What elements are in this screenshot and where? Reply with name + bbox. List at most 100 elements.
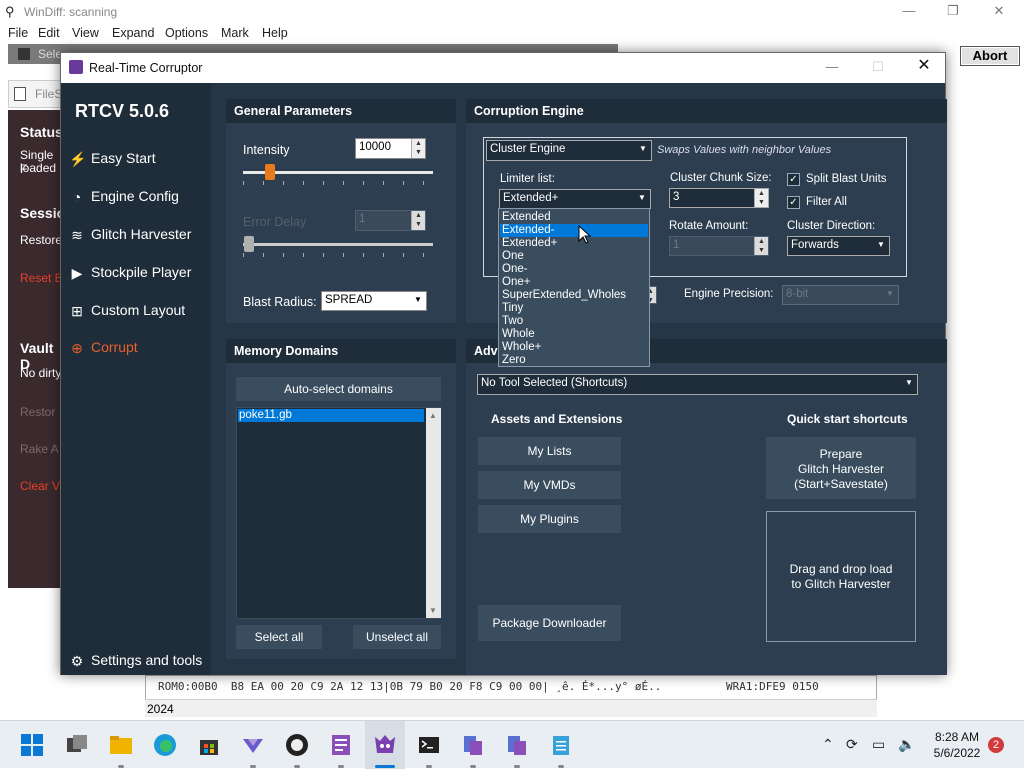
close-icon[interactable]: ✕ [901, 57, 947, 77]
limiter-option[interactable]: Two [500, 315, 648, 328]
notepad-icon[interactable] [549, 733, 573, 757]
spinner-arrows-icon[interactable]: ▲ ▼ [411, 139, 425, 158]
taskbar: ⌃ ⟳ ▭ 🔈 8:28 AM 5/6/2022 2 [0, 720, 1024, 769]
app-icon[interactable] [505, 733, 529, 757]
limiter-option[interactable]: Extended+ [500, 237, 648, 250]
notes-app-icon[interactable] [329, 733, 353, 757]
terminal-icon[interactable] [417, 733, 441, 757]
task-view-icon[interactable] [65, 733, 89, 757]
my-vmds-button[interactable]: My VMDs [478, 471, 621, 499]
close-icon[interactable]: ✕ [976, 2, 1022, 22]
auto-select-domains-button[interactable]: Auto-select domains [236, 377, 441, 401]
edge-browser-icon[interactable] [153, 733, 177, 757]
engine-precision-select[interactable]: 8-bit ▼ [782, 285, 899, 305]
engine-precision-label: Engine Precision: [684, 288, 774, 300]
intensity-slider-thumb[interactable] [265, 164, 275, 180]
tool-select[interactable]: No Tool Selected (Shortcuts) ▼ [477, 374, 918, 395]
package-downloader-button[interactable]: Package Downloader [478, 605, 621, 641]
general-parameters-panel: General Parameters Intensity 10000 ▲ ▼ Er… [226, 99, 456, 323]
engine-description: Swaps Values with neighbor Values [657, 144, 832, 156]
limiter-option[interactable]: Whole+ [500, 341, 648, 354]
minimize-icon[interactable]: — [809, 58, 855, 78]
app-triangle-icon[interactable] [241, 733, 265, 757]
cluster-chunk-spinner[interactable]: 3 ▲ ▼ [669, 188, 769, 208]
select-all-button[interactable]: Select all [236, 625, 322, 649]
engine-select[interactable]: Cluster Engine ▼ [486, 140, 652, 161]
domains-list[interactable]: poke11.gb ▲ ▼ [236, 407, 441, 619]
my-lists-button[interactable]: My Lists [478, 437, 621, 465]
split-blast-checkbox[interactable]: ✓ [787, 173, 800, 186]
menu-expand[interactable]: Expand [112, 26, 154, 40]
limiter-option[interactable]: Whole [500, 328, 648, 341]
spinner-arrows-icon[interactable]: ▲ ▼ [754, 237, 768, 255]
filter-all-checkbox[interactable]: ✓ [787, 196, 800, 209]
spinner-arrows-icon[interactable]: ▲ ▼ [411, 211, 425, 230]
error-delay-slider-track[interactable] [243, 243, 433, 246]
abort-button[interactable]: Abort [960, 46, 1020, 66]
menu-file[interactable]: File [8, 26, 28, 40]
crosshair-icon: ⊕ [71, 340, 83, 356]
drop-zone[interactable]: Drag and drop load to Glitch Harvester [766, 511, 916, 642]
limiter-option[interactable]: Zero [500, 354, 648, 367]
menu-options[interactable]: Options [165, 26, 208, 40]
chevron-down-icon: ▼ [635, 191, 649, 207]
maximize-icon[interactable]: ☐ [855, 58, 901, 78]
domains-scrollbar[interactable]: ▲ ▼ [426, 408, 441, 618]
advanced-panel: Adva No Tool Selected (Shortcuts) ▼ Asse… [466, 339, 947, 675]
limiter-option[interactable]: Extended [500, 211, 648, 224]
error-delay-slider-thumb[interactable] [244, 236, 254, 252]
intensity-spinner[interactable]: 10000 ▲ ▼ [355, 138, 426, 159]
rotate-amount-spinner[interactable]: 1 ▲ ▼ [669, 236, 769, 256]
my-plugins-button[interactable]: My Plugins [478, 505, 621, 533]
windiff-titlebar: ⚲ WinDiff: scanning — ❐ ✕ [0, 0, 1024, 24]
speaker-icon[interactable]: 🔈 [898, 736, 915, 753]
cluster-direction-select[interactable]: Forwards ▼ [787, 236, 890, 256]
gamepad-icon[interactable] [285, 733, 309, 757]
sync-icon[interactable]: ⟳ [846, 736, 858, 753]
panel-header: Corruption Engine [466, 99, 947, 123]
prepare-glitch-harvester-button[interactable]: Prepare Glitch Harvester (Start+Savestat… [766, 437, 916, 499]
restore-icon[interactable]: ❐ [930, 2, 976, 22]
unselect-all-button[interactable]: Unselect all [353, 625, 441, 649]
minimize-icon[interactable]: — [886, 2, 932, 22]
menu-mark[interactable]: Mark [221, 26, 249, 40]
limiter-select[interactable]: Extended+ ▼ [499, 189, 651, 209]
menu-edit[interactable]: Edit [38, 26, 60, 40]
filter-all-label: Filter All [806, 196, 847, 208]
limiter-option[interactable]: Extended- [500, 224, 648, 237]
windows-start-icon[interactable] [20, 733, 44, 757]
intensity-label: Intensity [243, 143, 290, 157]
rtcv-main: General Parameters Intensity 10000 ▲ ▼ Er… [211, 83, 947, 675]
limiter-option[interactable]: One [500, 250, 648, 263]
rtcv-taskbar-icon[interactable] [373, 733, 397, 757]
rotate-amount-label: Rotate Amount: [669, 220, 749, 232]
clock[interactable]: 8:28 AM 5/6/2022 [926, 729, 988, 761]
limiter-option[interactable]: One- [500, 263, 648, 276]
menu-view[interactable]: View [72, 26, 99, 40]
notification-badge[interactable]: 2 [988, 737, 1004, 753]
scroll-up-icon[interactable]: ▲ [429, 411, 437, 420]
clear-text[interactable]: Clear V [20, 479, 60, 493]
display-icon[interactable]: ▭ [872, 736, 885, 753]
store-icon[interactable] [197, 733, 221, 757]
spinner-arrows-icon[interactable]: ▲ ▼ [754, 189, 768, 207]
assets-label: Assets and Extensions [491, 412, 623, 426]
rtcv-sidebar: RTCV 5.0.6 ⚡ Easy Start ◔ Engine Config ≋ G… [61, 83, 211, 675]
menu-help[interactable]: Help [262, 26, 288, 40]
error-delay-spinner[interactable]: 1 ▲ ▼ [355, 210, 426, 231]
app-icon[interactable] [461, 733, 485, 757]
cluster-chunk-label: Cluster Chunk Size: [670, 172, 772, 184]
limiter-option[interactable]: SuperExtended_Wholes [500, 289, 648, 302]
scroll-down-icon[interactable]: ▼ [429, 606, 437, 615]
reset-text[interactable]: Reset B [20, 271, 63, 285]
windiff-app-icon: ⚲ [5, 4, 15, 19]
grid-icon: ⊞ [71, 303, 83, 319]
blast-radius-select[interactable]: SPREAD ▼ [321, 291, 427, 311]
limiter-option[interactable]: One+ [500, 276, 648, 289]
limiter-option[interactable]: Tiny [500, 302, 648, 315]
file-explorer-icon[interactable] [109, 733, 133, 757]
limiter-dropdown-list[interactable]: Extended Extended- Extended+ One One- One+ Sup… [498, 208, 650, 367]
chevron-up-icon[interactable]: ⌃ [822, 736, 834, 753]
domain-item[interactable]: poke11.gb [238, 409, 424, 422]
mouse-cursor-icon [578, 225, 592, 244]
